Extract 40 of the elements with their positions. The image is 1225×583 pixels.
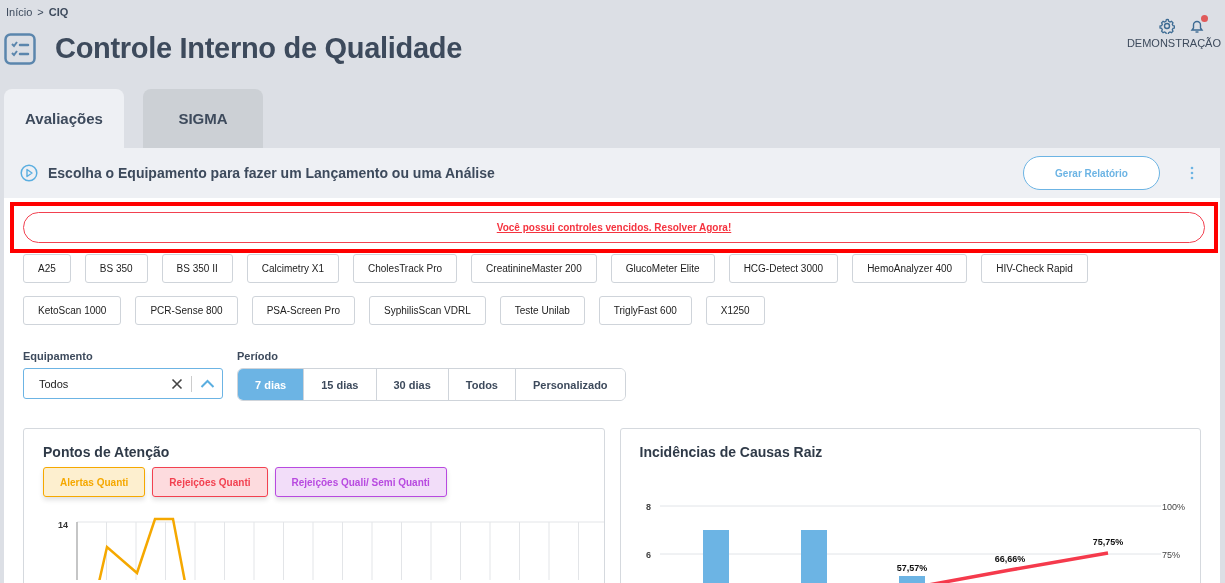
equipment-chip[interactable]: X1250: [705, 296, 765, 325]
axis-label: 100%: [1161, 502, 1185, 512]
equipment-chip[interactable]: SyphilisScan VDRL: [369, 296, 486, 325]
equipment-chip[interactable]: PSA-Screen Pro: [251, 296, 356, 325]
tab[interactable]: Avaliações: [4, 89, 124, 148]
page-title: Controle Interno de Qualidade: [55, 32, 462, 65]
equipment-chip[interactable]: HemoAnalyzer 400: [852, 254, 968, 283]
axis-label: 14: [58, 520, 68, 530]
field-label: Equipamento: [23, 350, 94, 362]
equipment-chip[interactable]: A25: [23, 254, 71, 283]
equipment-chip[interactable]: Teste Unilab: [499, 296, 585, 325]
breadcrumb-current: CIQ: [48, 6, 69, 18]
equipment-chip[interactable]: HCG-Detect 3000: [728, 254, 839, 283]
user-name[interactable]: DEMONSTRAÇÃO: [1126, 37, 1221, 49]
axis-label: 75%: [1161, 550, 1180, 560]
data-label: 75,75%: [1092, 537, 1123, 547]
axis-label: 6: [645, 550, 651, 560]
card-title: Incidências de Causas Raiz: [638, 443, 824, 460]
axis-label: 8: [645, 502, 651, 512]
data-label: 57,57%: [896, 563, 927, 573]
equipment-chip[interactable]: Calcimetry X1: [246, 254, 339, 283]
breadcrumb-separator: >: [37, 6, 44, 18]
equipment-chip[interactable]: BS 350 II: [161, 254, 233, 283]
equipment-select[interactable]: Todos: [23, 368, 223, 399]
equipment-chip[interactable]: KetoScan 1000: [23, 296, 122, 325]
tab[interactable]: SIGMA: [143, 89, 263, 148]
card-title: Pontos de Atenção: [42, 443, 171, 460]
period-option[interactable]: Personalizado: [515, 369, 625, 400]
equipment-chip[interactable]: TriglyFast 600: [598, 296, 692, 325]
resolve-link[interactable]: Você possui controles vencidos. Resolver Agora!: [496, 222, 732, 233]
equipment-chip[interactable]: CreatinineMaster 200: [471, 254, 597, 283]
equipment-chip[interactable]: PCR-Sense 800: [135, 296, 238, 325]
equipment-chip[interactable]: BS 350: [84, 254, 148, 283]
equipment-chip[interactable]: CholesTrack Pro: [353, 254, 458, 283]
equipment-chip[interactable]: GlucoMeter Elite: [610, 254, 715, 283]
breadcrumb-link[interactable]: Início: [6, 6, 33, 18]
data-label: 66,66%: [994, 554, 1025, 564]
section-title: Escolha o Equipamento para fazer um Lançamento ou uma Análise: [48, 165, 496, 181]
equipment-chip[interactable]: HIV-Check Rapid: [981, 254, 1088, 283]
field-label: Período: [237, 350, 279, 362]
